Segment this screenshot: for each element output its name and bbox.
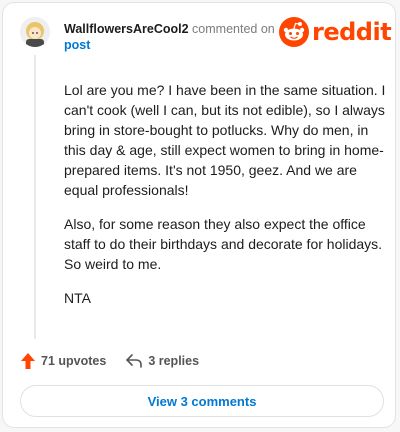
thread-line <box>34 55 36 339</box>
commented-on-text: commented on <box>192 22 275 36</box>
comment-paragraph: NTA <box>64 290 91 306</box>
view-comments-button[interactable]: View 3 comments <box>20 385 384 417</box>
reply-arrow-icon <box>126 354 143 368</box>
comment-header: WallflowersAreCool2 commented on <box>64 21 275 37</box>
reddit-snoo-icon <box>279 17 309 47</box>
comment-card: WallflowersAreCool2 commented on post re… <box>2 2 396 428</box>
comment-body: Lol are you me? I have been in the same … <box>64 80 390 322</box>
comment-paragraph: Lol are you me? I have been in the same … <box>64 82 386 198</box>
reddit-wordmark: reddit <box>312 18 392 46</box>
upvote-arrow-icon <box>21 353 35 369</box>
username-link[interactable]: WallflowersAreCool2 <box>64 22 189 36</box>
comment-paragraph: Also, for some reason they also expect t… <box>64 216 383 272</box>
reddit-logo[interactable]: reddit <box>279 17 392 47</box>
reply-count: 3 replies <box>148 354 200 368</box>
upvote-count: 71 upvotes <box>41 354 107 368</box>
user-avatar[interactable] <box>20 17 50 47</box>
comment-actions: 71 upvotes 3 replies <box>21 351 199 371</box>
post-link[interactable]: post <box>64 37 90 53</box>
upvote-button[interactable]: 71 upvotes <box>21 353 106 369</box>
replies-button[interactable]: 3 replies <box>126 354 199 368</box>
